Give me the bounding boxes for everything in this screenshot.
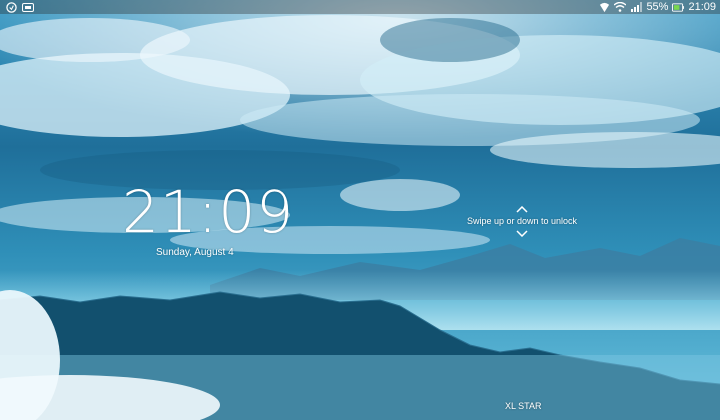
- status-bar-right: 55% 21:09: [598, 1, 720, 13]
- unlock-hint[interactable]: Swipe up or down to unlock: [462, 206, 582, 237]
- lockscreen-wallpaper: [0, 0, 720, 420]
- wifi-icon: [614, 1, 627, 13]
- battery-saver-icon: [22, 1, 34, 13]
- unlock-hint-label: Swipe up or down to unlock: [466, 216, 578, 226]
- android-debug-icon: [5, 1, 17, 13]
- signal-icon: [630, 1, 642, 13]
- nfc-icon: [598, 1, 610, 13]
- status-time: 21:09: [688, 1, 716, 13]
- status-bar: 55% 21:09: [0, 0, 720, 14]
- lockscreen-clock: 21:09: [122, 178, 295, 246]
- chevron-up-icon: [516, 206, 528, 213]
- lockscreen-date: Sunday, August 4: [156, 247, 234, 258]
- carrier-label: XL STAR: [505, 401, 542, 411]
- status-bar-left: [0, 1, 34, 13]
- battery-icon: [672, 1, 685, 13]
- chevron-down-icon: [516, 230, 528, 237]
- battery-percent: 55%: [646, 1, 669, 13]
